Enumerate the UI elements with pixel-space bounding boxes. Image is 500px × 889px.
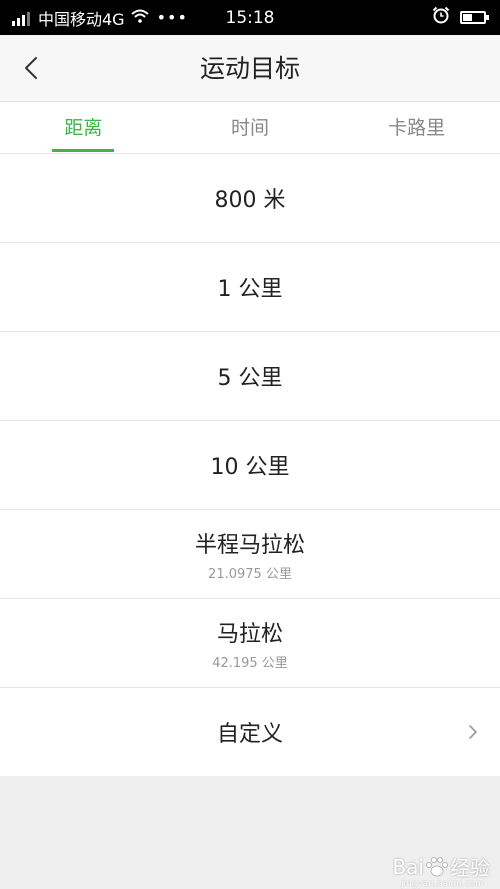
goal-item-marathon[interactable]: 马拉松 42.195 公里 (0, 599, 500, 688)
item-title: 10 公里 (210, 455, 290, 480)
navigation-bar: 运动目标 (0, 35, 500, 102)
tab-time[interactable]: 时间 (167, 102, 334, 153)
goal-item-10km[interactable]: 10 公里 (0, 421, 500, 510)
item-title: 半程马拉松 (194, 532, 305, 558)
tab-label: 距离 (64, 117, 103, 139)
goal-item-custom[interactable]: 自定义 (0, 688, 500, 776)
wifi-icon (130, 8, 149, 28)
watermark-suffix: 经验 (450, 856, 490, 880)
goal-item-800m[interactable]: 800 米 (0, 154, 500, 243)
battery-icon (460, 11, 489, 24)
watermark-brand: Bai (392, 854, 424, 879)
goal-item-half-marathon[interactable]: 半程马拉松 21.0975 公里 (0, 510, 500, 599)
back-button[interactable] (14, 51, 48, 85)
goal-type-tabs: 距离 时间 卡路里 (0, 102, 500, 154)
page-title: 运动目标 (199, 54, 300, 83)
alarm-clock-icon (432, 6, 450, 29)
signal-icon (12, 10, 32, 26)
baidu-jingyan-watermark: Bai 经验 (392, 852, 490, 881)
item-title: 自定义 (216, 722, 283, 747)
tab-calories[interactable]: 卡路里 (333, 102, 500, 153)
tab-label: 时间 (231, 117, 270, 139)
item-title: 马拉松 (216, 621, 283, 647)
item-subtitle: 42.195 公里 (212, 655, 288, 671)
tab-distance[interactable]: 距离 (0, 102, 167, 153)
status-bar: 中国移动4G ••• 15:18 (0, 0, 500, 35)
item-subtitle: 21.0975 公里 (208, 566, 292, 582)
distance-goal-list: 800 米 1 公里 5 公里 10 公里 半程马拉松 21.0975 公里 马… (0, 154, 500, 776)
carrier-label: 中国移动4G (38, 9, 125, 29)
paw-logo-icon (426, 856, 448, 876)
chevron-right-icon (469, 725, 477, 739)
watermark-url: jingyan.baidu.com (400, 879, 484, 889)
item-title: 5 公里 (217, 366, 283, 391)
tab-label: 卡路里 (388, 117, 446, 139)
more-indicator: ••• (156, 8, 188, 27)
chevron-left-icon (25, 57, 37, 79)
active-tab-indicator (52, 149, 115, 152)
item-title: 800 米 (214, 188, 286, 213)
item-title: 1 公里 (217, 277, 283, 302)
goal-item-1km[interactable]: 1 公里 (0, 243, 500, 332)
goal-item-5km[interactable]: 5 公里 (0, 332, 500, 421)
